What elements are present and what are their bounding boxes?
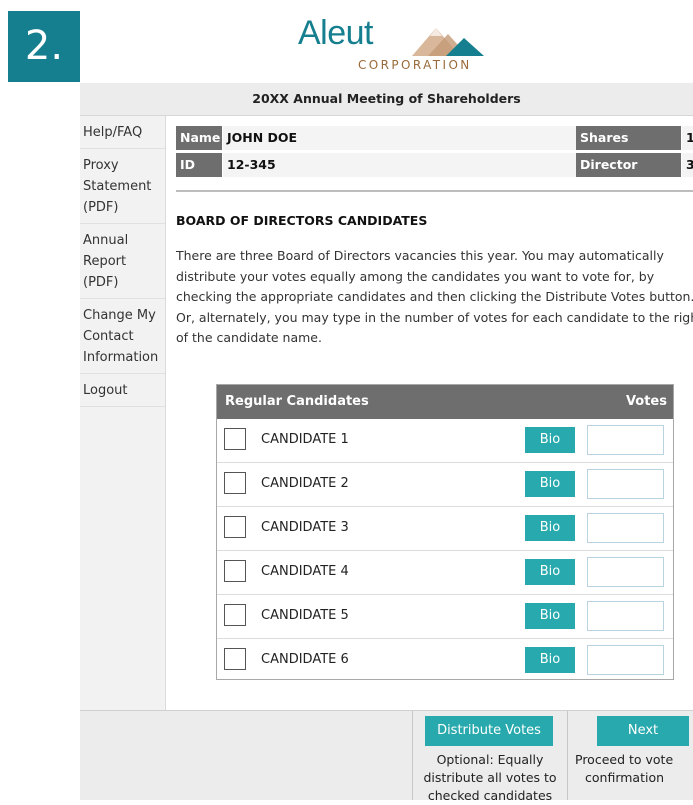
votes-input[interactable] bbox=[587, 425, 664, 455]
sidebar-nav: Help/FAQ Proxy Statement (PDF) Annual Re… bbox=[80, 116, 166, 710]
sidebar-item-logout[interactable]: Logout bbox=[80, 374, 165, 407]
sidebar-item-proxy-statement[interactable]: Proxy Statement (PDF) bbox=[80, 149, 165, 224]
sidebar-item-help-faq[interactable]: Help/FAQ bbox=[80, 116, 165, 149]
sidebar-item-label: Information bbox=[83, 350, 159, 365]
candidate-row: CANDIDATE 6 Bio bbox=[217, 639, 673, 682]
candidate-checkbox[interactable] bbox=[224, 648, 246, 670]
mountain-logo-icon bbox=[412, 28, 484, 56]
name-label: Name bbox=[176, 126, 222, 150]
candidate-checkbox[interactable] bbox=[224, 428, 246, 450]
logo-wordmark: Aleut bbox=[298, 14, 374, 52]
candidate-checkbox[interactable] bbox=[224, 516, 246, 538]
id-value: 12-345 bbox=[223, 153, 577, 177]
note-line: confirmation bbox=[585, 770, 665, 785]
name-value: JOHN DOE bbox=[223, 126, 577, 150]
votes-input[interactable] bbox=[587, 469, 664, 499]
candidate-name: CANDIDATE 3 bbox=[261, 520, 349, 535]
candidate-checkbox[interactable] bbox=[224, 604, 246, 626]
note-line: distribute all votes to bbox=[423, 770, 557, 785]
note-line: Proceed to vote bbox=[575, 752, 674, 767]
main-content: Name JOHN DOE Shares 1 ID 12-345 Directo… bbox=[166, 116, 693, 710]
candidate-name: CANDIDATE 1 bbox=[261, 432, 349, 447]
sidebar-item-label: Statement bbox=[83, 179, 152, 194]
bio-button[interactable]: Bio bbox=[525, 603, 575, 629]
distribute-votes-note: Optional: Equally distribute all votes t… bbox=[416, 751, 564, 805]
aleut-corporation-logo: Aleut CORPORATION bbox=[298, 14, 488, 74]
section-title: BOARD OF DIRECTORS CANDIDATES bbox=[176, 213, 428, 228]
candidate-checkbox[interactable] bbox=[224, 472, 246, 494]
bio-button[interactable]: Bio bbox=[525, 515, 575, 541]
sidebar-item-label: (PDF) bbox=[83, 275, 119, 290]
sidebar-item-change-contact[interactable]: Change My Contact Information bbox=[80, 299, 165, 374]
votes-input[interactable] bbox=[587, 557, 664, 587]
candidate-row: CANDIDATE 3 Bio bbox=[217, 507, 673, 551]
footer-divider bbox=[412, 711, 413, 800]
candidate-row: CANDIDATE 5 Bio bbox=[217, 595, 673, 639]
bio-button[interactable]: Bio bbox=[525, 647, 575, 673]
next-note: Proceed to vote confirmation bbox=[575, 751, 693, 787]
section-divider bbox=[176, 190, 693, 192]
voting-instructions: There are three Board of Directors vacan… bbox=[176, 246, 693, 349]
sidebar-item-annual-report[interactable]: Annual Report (PDF) bbox=[80, 224, 165, 299]
director-votes-label: Director Votes bbox=[576, 153, 681, 196]
sidebar-item-label: Proxy bbox=[83, 158, 119, 173]
sidebar-item-label: Contact bbox=[83, 329, 134, 344]
candidate-name: CANDIDATE 6 bbox=[261, 652, 349, 667]
candidate-name: CANDIDATE 2 bbox=[261, 476, 349, 491]
id-label: ID bbox=[176, 153, 222, 177]
candidate-checkbox[interactable] bbox=[224, 560, 246, 582]
bio-button[interactable]: Bio bbox=[525, 427, 575, 453]
votes-input[interactable] bbox=[587, 513, 664, 543]
instruction-line: distribute your votes equally among the … bbox=[176, 268, 655, 284]
sidebar-item-label: (PDF) bbox=[83, 200, 119, 215]
shares-label: Shares bbox=[576, 126, 681, 150]
page-title: 20XX Annual Meeting of Shareholders bbox=[80, 83, 693, 116]
info-row-name: Name JOHN DOE Shares 1 bbox=[176, 126, 693, 150]
step-number-badge: 2. bbox=[8, 11, 80, 82]
candidate-row: CANDIDATE 2 Bio bbox=[217, 463, 673, 507]
footer-divider bbox=[567, 711, 568, 800]
sidebar-item-label: Annual bbox=[83, 233, 129, 248]
instruction-line: Or, alternately, you may type in the num… bbox=[176, 309, 693, 325]
next-button[interactable]: Next bbox=[597, 716, 689, 746]
candidates-table: Regular Candidates Votes CANDIDATE 1 Bio… bbox=[216, 384, 674, 680]
column-header-votes: Votes bbox=[625, 394, 667, 409]
bio-button[interactable]: Bio bbox=[525, 559, 575, 585]
votes-input[interactable] bbox=[587, 645, 664, 675]
sidebar-item-label: Report bbox=[83, 254, 127, 269]
column-header-candidates: Regular Candidates bbox=[225, 394, 369, 409]
sidebar-item-label: Change My bbox=[83, 308, 156, 323]
instruction-line: checking the appropriate candidates and … bbox=[176, 289, 693, 304]
candidate-row: CANDIDATE 1 Bio bbox=[217, 419, 673, 463]
note-line: Optional: Equally bbox=[436, 752, 544, 767]
sidebar-item-label: Logout bbox=[83, 383, 128, 398]
bio-button[interactable]: Bio bbox=[525, 471, 575, 497]
shares-value: 1 bbox=[682, 126, 693, 150]
note-line: checked candidates bbox=[427, 788, 553, 803]
candidates-table-header: Regular Candidates Votes bbox=[217, 385, 673, 419]
distribute-votes-button[interactable]: Distribute Votes bbox=[425, 716, 553, 746]
logo-subtitle: CORPORATION bbox=[358, 58, 472, 72]
votes-input[interactable] bbox=[587, 601, 664, 631]
sidebar-item-label: Help/FAQ bbox=[83, 125, 143, 140]
instruction-line: There are three Board of Directors vacan… bbox=[176, 248, 664, 263]
candidate-name: CANDIDATE 4 bbox=[261, 564, 349, 579]
info-row-id: ID 12-345 Director Votes 3 bbox=[176, 153, 693, 196]
instruction-line: of the candidate name. bbox=[176, 330, 322, 345]
candidate-name: CANDIDATE 5 bbox=[261, 608, 349, 623]
footer-actions: Distribute Votes Optional: Equally distr… bbox=[80, 710, 693, 803]
candidate-row: CANDIDATE 4 Bio bbox=[217, 551, 673, 595]
director-votes-value: 3 bbox=[682, 153, 693, 177]
